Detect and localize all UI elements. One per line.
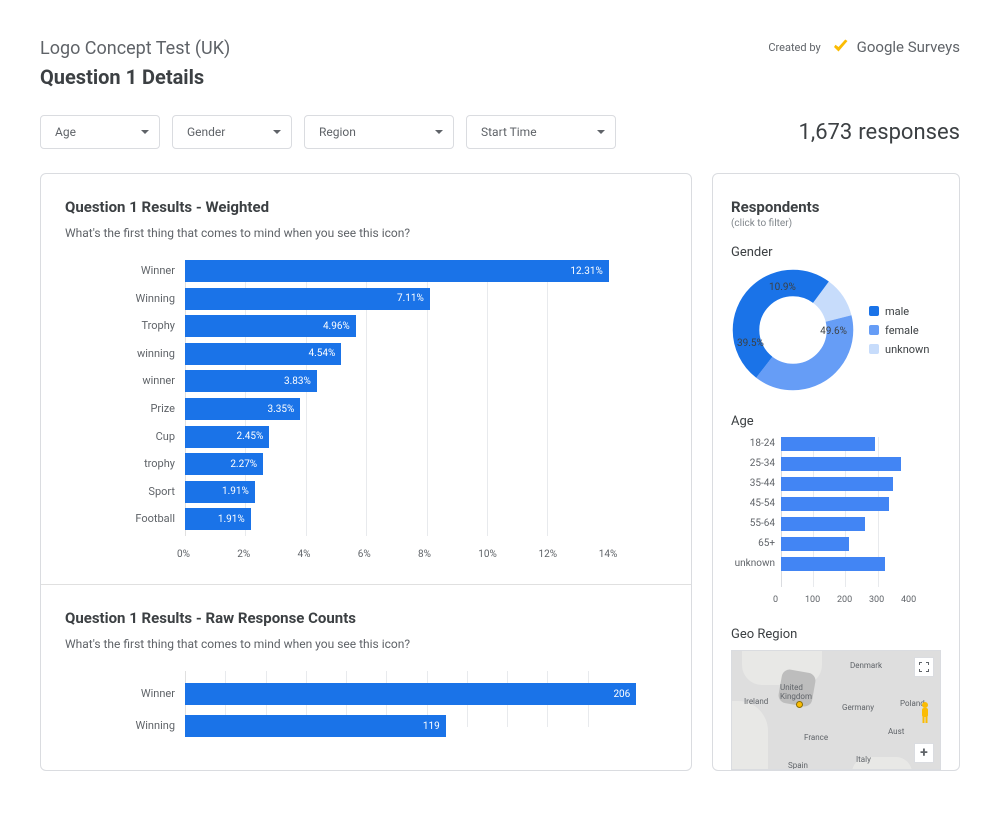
- surveys-check-icon: [831, 38, 849, 56]
- filter-gender-label: Gender: [187, 125, 225, 139]
- donut-unknown-pct: 10.9%: [769, 282, 796, 293]
- bar-winner[interactable]: 3.83%: [185, 370, 317, 392]
- bar-football[interactable]: 1.91%: [185, 508, 251, 530]
- responses-number: 1,673: [799, 120, 853, 145]
- age-bar-25-34[interactable]: 25-34: [781, 457, 901, 471]
- bar-label: winning: [137, 343, 175, 365]
- map-germany: Germany: [842, 703, 874, 712]
- chevron-down-icon: [435, 130, 443, 134]
- map-spain: Spain: [788, 761, 808, 770]
- bar-label: Cup: [156, 426, 175, 448]
- filter-region-label: Region: [319, 125, 356, 139]
- bar-winner[interactable]: 12.31%: [185, 260, 609, 282]
- map-marker: [796, 701, 803, 708]
- bar-label: Winner: [141, 683, 175, 705]
- bar-label: Winner: [141, 260, 175, 282]
- donut-female-pct: 39.5%: [737, 338, 764, 349]
- x-tick: 8%: [418, 549, 486, 560]
- map-uk: United Kingdom: [780, 683, 812, 701]
- age-bar-chart[interactable]: 18-2425-3435-4445-5455-6465+unknown 0100…: [781, 437, 941, 605]
- bar-trophy[interactable]: 4.96%: [185, 315, 356, 337]
- x-tick: 0%: [177, 549, 245, 560]
- x-tick: 14%: [599, 549, 667, 560]
- age-bar-unknown[interactable]: unknown: [781, 557, 885, 571]
- brand-text: Google Surveys: [857, 38, 960, 56]
- chevron-down-icon: [141, 130, 149, 134]
- raw-prompt: What's the first thing that comes to min…: [65, 637, 667, 651]
- age-bar-55-64[interactable]: 55-64: [781, 517, 865, 531]
- bar-label: Sport: [148, 481, 175, 503]
- chevron-down-icon: [597, 130, 605, 134]
- bar-trophy[interactable]: 2.27%: [185, 453, 263, 475]
- x-tick: 4%: [298, 549, 366, 560]
- raw-title: Question 1 Results - Raw Response Counts: [65, 609, 667, 627]
- legend-male[interactable]: male: [885, 305, 909, 318]
- filter-start-time[interactable]: Start Time: [466, 115, 616, 149]
- age-bar-45-54[interactable]: 45-54: [781, 497, 889, 511]
- responses-count: 1,673responses: [799, 120, 961, 145]
- age-title: Age: [731, 414, 941, 429]
- respondents-title: Respondents: [731, 198, 941, 216]
- x-tick: 12%: [539, 549, 607, 560]
- filter-age[interactable]: Age: [40, 115, 160, 149]
- pegman-icon[interactable]: [917, 701, 933, 725]
- bar-label: Trophy: [142, 315, 176, 337]
- bar-cup[interactable]: 2.45%: [185, 426, 269, 448]
- bar-label: Football: [135, 508, 175, 530]
- map-france: France: [804, 733, 828, 742]
- x-tick: 400: [901, 595, 941, 605]
- bar-prize[interactable]: 3.35%: [185, 398, 300, 420]
- legend-unknown[interactable]: unknown: [885, 343, 929, 356]
- created-by: Created by Google Surveys: [768, 38, 960, 56]
- age-bar-35-44[interactable]: 35-44: [781, 477, 893, 491]
- weighted-title: Question 1 Results - Weighted: [65, 198, 667, 216]
- x-tick: 2%: [237, 549, 305, 560]
- map-austria: Aust: [888, 727, 904, 736]
- gender-legend: male female unknown: [869, 305, 929, 356]
- age-bar-18-24[interactable]: 18-24: [781, 437, 875, 451]
- weighted-bar-chart[interactable]: Winner Winning Trophy winning winner Prize Cup…: [65, 260, 667, 560]
- bar-label: Winning: [135, 715, 175, 737]
- raw-bar-chart[interactable]: Winner Winning 206 119: [65, 671, 667, 751]
- x-tick: 6%: [358, 549, 426, 560]
- respondents-subtitle: (click to filter): [731, 218, 941, 229]
- bar-sport[interactable]: 1.91%: [185, 481, 255, 503]
- x-tick: 10%: [478, 549, 546, 560]
- geo-title: Geo Region: [731, 627, 941, 642]
- zoom-in-icon[interactable]: +: [914, 743, 934, 763]
- survey-title: Logo Concept Test (UK): [40, 38, 230, 59]
- filter-gender[interactable]: Gender: [172, 115, 292, 149]
- map-italy: Italy: [856, 755, 871, 764]
- filter-start-time-label: Start Time: [481, 125, 537, 139]
- google-surveys-logo: Google Surveys: [831, 38, 960, 56]
- legend-female[interactable]: female: [885, 324, 919, 337]
- weighted-prompt: What's the first thing that comes to min…: [65, 226, 667, 240]
- main-panel: Question 1 Results - Weighted What's the…: [40, 173, 692, 771]
- raw-bar-winner[interactable]: 206: [185, 683, 636, 705]
- fullscreen-icon[interactable]: [914, 657, 934, 677]
- gender-title: Gender: [731, 245, 941, 260]
- age-bar-65+[interactable]: 65+: [781, 537, 849, 551]
- donut-male-pct: 49.6%: [820, 326, 847, 337]
- chevron-down-icon: [273, 130, 281, 134]
- page-title: Question 1 Details: [40, 65, 230, 89]
- side-panel: Respondents (click to filter) Gender 49.…: [712, 173, 960, 771]
- filter-region[interactable]: Region: [304, 115, 454, 149]
- bar-label: Winning: [135, 288, 175, 310]
- created-by-label: Created by: [768, 41, 820, 54]
- bar-label: winner: [142, 370, 175, 392]
- geo-map[interactable]: United Kingdom Ireland Germany Poland Fr…: [731, 650, 941, 770]
- raw-bar-winning[interactable]: 119: [185, 715, 446, 737]
- gender-donut-chart[interactable]: 49.6% 39.5% 10.9%: [731, 268, 855, 392]
- map-denmark: Denmark: [850, 661, 882, 670]
- bar-label: trophy: [144, 453, 175, 475]
- bar-label: Prize: [150, 398, 175, 420]
- map-ireland: Ireland: [744, 697, 768, 706]
- filter-age-label: Age: [55, 125, 76, 139]
- responses-label: responses: [858, 120, 960, 145]
- bar-winning[interactable]: 7.11%: [185, 288, 430, 310]
- bar-winning[interactable]: 4.54%: [185, 343, 341, 365]
